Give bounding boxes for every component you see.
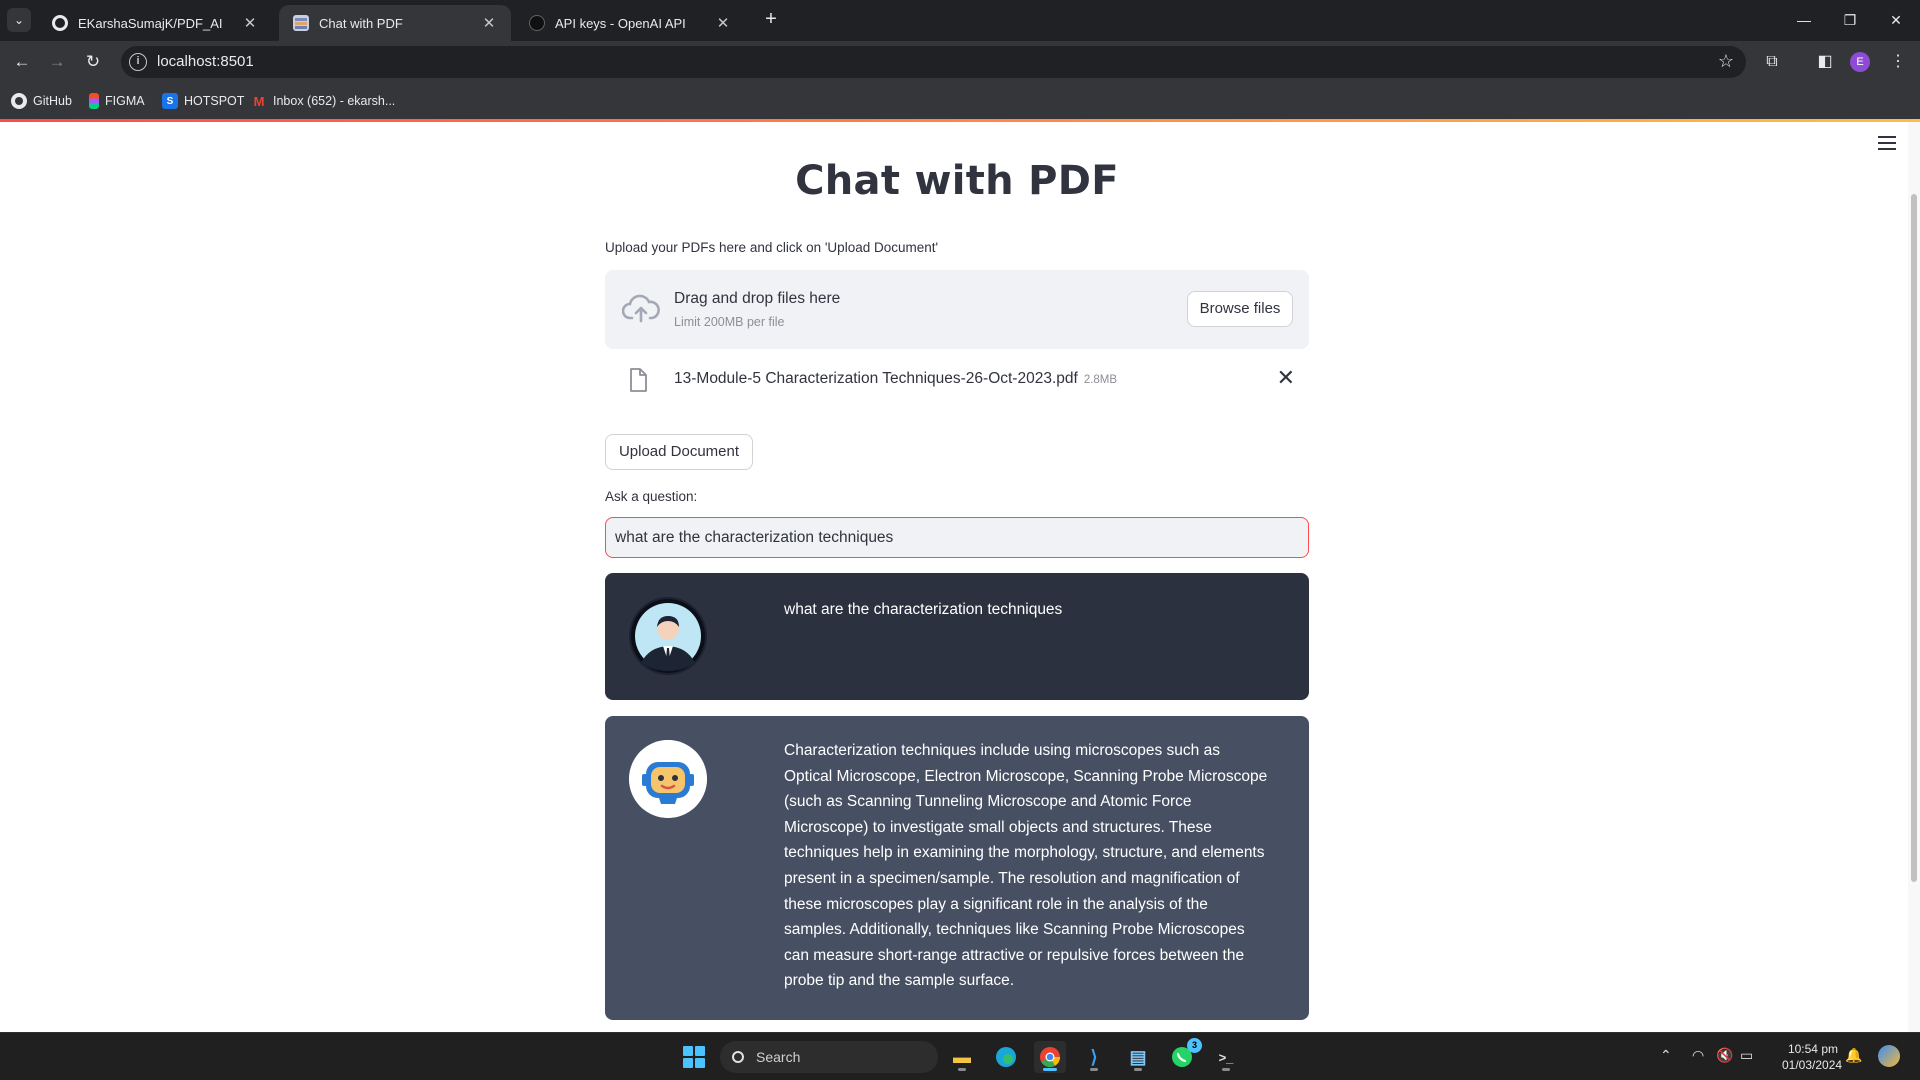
file-icon [630, 368, 647, 392]
address-bar[interactable]: i localhost:8501 ☆ [121, 46, 1746, 78]
forward-icon[interactable]: → [45, 50, 69, 74]
bookmark-label: Inbox (652) - ekarsh... [273, 94, 396, 108]
clock-time: 10:54 pm [1787, 1042, 1838, 1056]
browser-toolbar: ← → ↻ i localhost:8501 ☆ ⧉ ◧ E ⋮ [0, 41, 1920, 83]
question-label: Ask a question: [605, 489, 698, 504]
hotspot-icon: S [162, 93, 178, 109]
github-icon [52, 15, 68, 31]
hamburger-menu-icon[interactable] [1878, 136, 1896, 150]
file-explorer-icon[interactable]: ▬ [946, 1041, 978, 1073]
scrollbar[interactable] [1908, 122, 1920, 1032]
minimize-icon[interactable]: — [1792, 8, 1816, 32]
tab-search-button[interactable]: ⌄ [7, 8, 31, 32]
browse-files-button[interactable]: Browse files [1187, 291, 1293, 327]
bot-avatar-icon [629, 740, 707, 818]
bookmark-hotspot[interactable]: S HOTSPOT [162, 92, 244, 110]
notepad-icon[interactable]: ▤ [1122, 1041, 1154, 1073]
whatsapp-icon[interactable]: 3 [1166, 1038, 1202, 1073]
message-text: what are the characterization techniques [784, 601, 1063, 618]
vscode-icon[interactable]: ⟩ [1078, 1041, 1110, 1073]
uploaded-file-row: 13-Module-5 Characterization Techniques-… [605, 362, 1309, 402]
bookmarks-bar: GitHub FIGMA S HOTSPOT M Inbox (652) - e… [0, 83, 1920, 119]
site-info-icon[interactable]: i [129, 53, 147, 71]
tab-title: Chat with PDF [319, 15, 403, 31]
remove-file-icon[interactable]: ✕ [1277, 365, 1295, 391]
close-icon[interactable]: ✕ [715, 14, 731, 32]
file-size: 2.8MB [1083, 374, 1118, 386]
bookmark-github[interactable]: GitHub [11, 92, 72, 110]
cloud-upload-icon [622, 294, 660, 323]
taskbar-clock[interactable]: 10:54 pm 01/03/2024 [1782, 1041, 1843, 1073]
openai-icon [529, 15, 545, 31]
dropzone-limit: Limit 200MB per file [674, 315, 785, 329]
chat-message-user: what are the characterization techniques [605, 573, 1309, 700]
edge-icon[interactable] [990, 1041, 1022, 1073]
notification-bell-icon[interactable]: 🔔 [1845, 1047, 1862, 1064]
main-column: Chat with PDF Upload your PDFs here and … [605, 122, 1309, 1020]
tab-title: EKarshaSumajK/PDF_AI [78, 15, 223, 31]
streamlit-favicon-icon [293, 15, 309, 31]
bookmark-label: HOTSPOT [184, 94, 245, 108]
taskbar-search[interactable]: Search [720, 1041, 938, 1073]
tab-openai-api-keys[interactable]: API keys - OpenAI API ✕ [515, 5, 745, 41]
profile-avatar[interactable]: E [1850, 52, 1870, 72]
app-content: Chat with PDF Upload your PDFs here and … [0, 122, 1920, 1032]
figma-icon [89, 93, 99, 109]
message-text: Characterization techniques include usin… [784, 742, 1268, 990]
chrome-icon[interactable] [1034, 1041, 1066, 1073]
tab-title: API keys - OpenAI API [555, 15, 686, 31]
github-icon [11, 93, 27, 109]
gmail-icon: M [253, 93, 265, 109]
window-close-icon[interactable]: ✕ [1884, 8, 1908, 32]
browser-tab-strip: ⌄ EKarshaSumajK/PDF_AI ✕ Chat with PDF ✕… [0, 0, 1920, 41]
more-menu-icon[interactable]: ⋮ [1886, 50, 1910, 74]
chat-message-bot: Characterization techniques include usin… [605, 716, 1309, 1020]
taskbar-search-label: Search [756, 1049, 801, 1065]
search-icon [732, 1051, 744, 1063]
file-name-text: 13-Module-5 Characterization Techniques-… [674, 370, 1078, 387]
reload-icon[interactable]: ↻ [81, 50, 105, 74]
bookmark-figma[interactable]: FIGMA [89, 92, 145, 110]
back-icon[interactable]: ← [10, 50, 34, 74]
scrollbar-thumb[interactable] [1911, 194, 1917, 882]
close-icon[interactable]: ✕ [481, 14, 497, 32]
volume-muted-icon[interactable]: 🔇 [1716, 1047, 1733, 1064]
tab-chat-with-pdf[interactable]: Chat with PDF ✕ [279, 5, 511, 41]
question-input[interactable]: what are the characterization techniques [605, 517, 1309, 558]
battery-icon[interactable]: ▭ [1740, 1047, 1753, 1064]
chevron-down-icon: ⌄ [13, 13, 25, 27]
bookmark-star-icon[interactable]: ☆ [1718, 51, 1734, 72]
upload-document-button[interactable]: Upload Document [605, 434, 753, 470]
upload-label: Upload your PDFs here and click on 'Uplo… [605, 240, 939, 255]
clock-date: 01/03/2024 [1782, 1058, 1843, 1072]
taskbar: Search ▬ ⟩ ▤ 3 >_ ⌃ ◠ 🔇 ▭ 10:54 pm 01/03… [0, 1032, 1920, 1080]
extensions-icon[interactable]: ⧉ [1760, 50, 1784, 74]
bookmark-label: FIGMA [105, 94, 145, 108]
copilot-icon[interactable] [1878, 1045, 1900, 1067]
dropzone-title: Drag and drop files here [674, 290, 841, 307]
notification-badge: 3 [1187, 1038, 1202, 1053]
wifi-icon[interactable]: ◠ [1692, 1047, 1704, 1064]
page-title: Chat with PDF [795, 158, 1119, 204]
file-name: 13-Module-5 Characterization Techniques-… [674, 370, 1117, 388]
close-icon[interactable]: ✕ [242, 14, 258, 32]
windows-start-icon[interactable] [683, 1046, 705, 1068]
bookmark-label: GitHub [33, 94, 72, 108]
new-tab-button[interactable]: + [759, 8, 783, 32]
file-dropzone[interactable]: Drag and drop files here Limit 200MB per… [605, 270, 1309, 349]
restore-icon[interactable]: ❐ [1838, 8, 1862, 32]
tab-github[interactable]: EKarshaSumajK/PDF_AI ✕ [38, 5, 272, 41]
user-avatar-icon [629, 597, 707, 675]
url-text[interactable]: localhost:8501 [157, 53, 254, 70]
bookmark-gmail[interactable]: M Inbox (652) - ekarsh... [251, 92, 396, 110]
chevron-up-icon[interactable]: ⌃ [1660, 1047, 1672, 1064]
side-panel-icon[interactable]: ◧ [1813, 50, 1837, 74]
terminal-icon[interactable]: >_ [1210, 1041, 1242, 1073]
